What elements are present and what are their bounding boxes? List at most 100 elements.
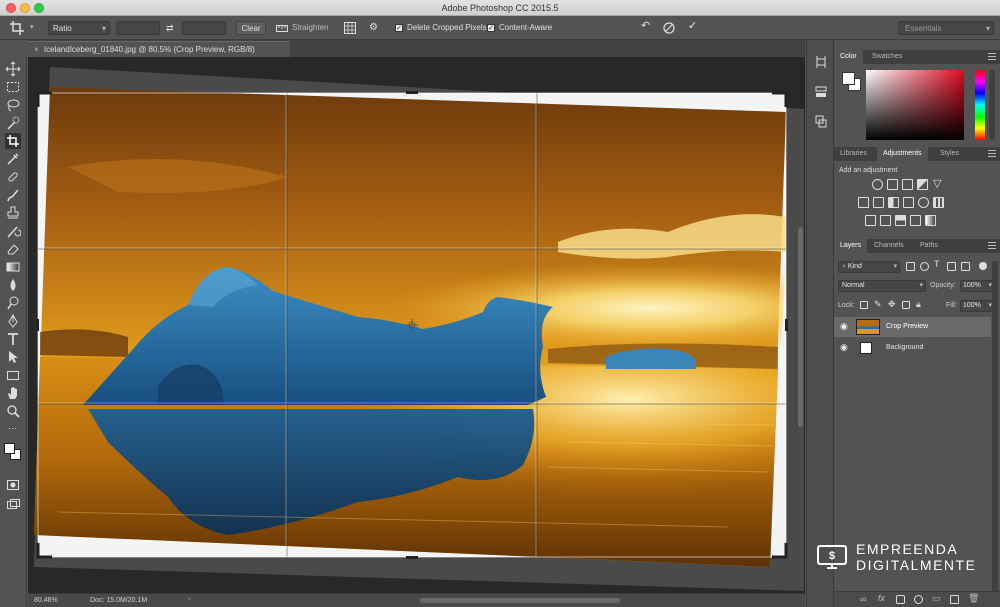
new-layer-icon[interactable] — [950, 595, 959, 604]
filter-type-icon[interactable]: T — [934, 259, 940, 269]
eyedropper-tool-icon[interactable] — [5, 151, 21, 167]
tab-color[interactable]: Color — [834, 50, 863, 64]
tab-layers[interactable]: Layers — [834, 239, 868, 253]
crop-preview[interactable] — [28, 57, 805, 593]
tab-paths[interactable]: Paths — [914, 239, 944, 253]
foreground-color-swatch[interactable] — [4, 443, 15, 454]
layer-row[interactable]: ◉ Background — [834, 338, 991, 358]
brightness-contrast-icon[interactable] — [872, 179, 883, 190]
levels-icon[interactable] — [887, 179, 898, 190]
quick-mask-icon[interactable] — [5, 477, 21, 493]
fill-input[interactable]: 100% ▾ — [960, 300, 994, 312]
new-group-icon[interactable]: ▭ — [932, 593, 941, 604]
more-tools-icon[interactable]: ··· — [8, 423, 17, 433]
photo-filter-icon[interactable] — [903, 197, 914, 208]
selective-color-icon[interactable] — [910, 215, 921, 226]
filter-shape-icon[interactable] — [947, 262, 956, 271]
straighten-icon[interactable] — [276, 24, 288, 33]
content-aware-checkbox[interactable]: ✓ — [487, 24, 495, 32]
ratio-dropdown[interactable]: Ratio ▾ — [48, 21, 110, 35]
rectangle-tool-icon[interactable] — [5, 367, 21, 383]
marquee-tool-icon[interactable] — [5, 79, 21, 95]
tab-libraries[interactable]: Libraries — [834, 147, 873, 161]
document-tab[interactable]: × IcelandIceberg_01840.jpg @ 80.5% (Crop… — [28, 41, 290, 57]
invert-icon[interactable] — [865, 215, 876, 226]
vibrance-icon[interactable]: ▽ — [933, 177, 941, 190]
brush-tool-icon[interactable] — [5, 187, 21, 203]
crop-tool-icon[interactable] — [10, 21, 24, 35]
layer-style-icon[interactable]: fx — [878, 593, 885, 603]
panel-menu-icon[interactable] — [988, 53, 996, 60]
black-white-icon[interactable] — [888, 197, 899, 208]
pen-tool-icon[interactable] — [5, 313, 21, 329]
cancel-crop-icon[interactable] — [663, 22, 675, 34]
lock-all-icon[interactable]: 🔒︎ — [916, 299, 921, 310]
eraser-tool-icon[interactable] — [5, 241, 21, 257]
tab-adjustments[interactable]: Adjustments — [877, 147, 928, 161]
new-fill-adjustment-icon[interactable] — [914, 595, 923, 604]
lock-position-icon[interactable]: ✥ — [888, 299, 896, 310]
history-brush-tool-icon[interactable] — [5, 223, 21, 239]
lasso-tool-icon[interactable] — [5, 97, 21, 113]
hue-saturation-icon[interactable] — [858, 197, 869, 208]
path-selection-tool-icon[interactable] — [5, 349, 21, 365]
reset-undo-icon[interactable]: ↶ — [641, 19, 650, 33]
blend-mode-dropdown[interactable]: Normal ▾ — [838, 280, 926, 292]
layer-name[interactable]: Background — [886, 344, 923, 351]
hand-tool-icon[interactable] — [5, 385, 21, 401]
workspace-switcher[interactable]: Essentials ▾ — [898, 21, 994, 35]
straighten-label[interactable]: Straighten — [292, 21, 328, 35]
properties-panel-icon[interactable] — [814, 84, 828, 100]
opacity-input[interactable]: 100% ▾ — [960, 280, 994, 292]
move-tool-icon[interactable] — [5, 61, 21, 77]
visibility-eye-icon[interactable]: ◉ — [840, 321, 848, 332]
crop-tool-active-icon[interactable] — [5, 133, 21, 149]
threshold-icon[interactable] — [895, 215, 906, 226]
color-lookup-icon[interactable] — [933, 197, 944, 208]
swap-dimensions-icon[interactable]: ⇄ — [166, 21, 174, 35]
delete-cropped-checkbox[interactable]: ✓ — [395, 24, 403, 32]
gear-icon[interactable]: ⚙ — [369, 21, 378, 35]
clear-button[interactable]: Clear — [236, 21, 266, 35]
lock-artboard-icon[interactable] — [902, 301, 910, 309]
overlay-grid-icon[interactable] — [344, 22, 356, 34]
zoom-level[interactable]: 80.46% — [34, 597, 58, 604]
info-panel-icon[interactable] — [814, 114, 828, 130]
lock-transparent-icon[interactable] — [860, 301, 868, 309]
history-panel-icon[interactable] — [814, 54, 828, 70]
layer-name[interactable]: Crop Preview — [886, 323, 928, 330]
add-mask-icon[interactable] — [896, 595, 905, 604]
screen-mode-icon[interactable] — [5, 497, 21, 513]
color-panel-scrollbar[interactable] — [989, 70, 995, 140]
tab-styles[interactable]: Styles — [934, 147, 965, 161]
close-tab-icon[interactable]: × — [34, 45, 39, 54]
trash-icon[interactable]: 🗑︎ — [968, 593, 979, 604]
layer-filter-dropdown[interactable]: ⌕ Kind ▾ — [838, 261, 900, 273]
quick-selection-tool-icon[interactable] — [5, 115, 21, 131]
healing-brush-tool-icon[interactable] — [5, 169, 21, 185]
gradient-map-icon[interactable] — [925, 215, 936, 226]
vertical-scrollbar[interactable] — [798, 227, 803, 427]
type-tool-icon[interactable] — [5, 331, 21, 347]
tab-swatches[interactable]: Swatches — [866, 50, 908, 64]
exposure-icon[interactable] — [917, 179, 928, 190]
hue-slider[interactable] — [975, 70, 985, 140]
ratio-height-input[interactable] — [182, 21, 226, 35]
color-field[interactable] — [866, 70, 964, 140]
filter-adjustment-icon[interactable] — [920, 262, 929, 271]
clone-stamp-tool-icon[interactable] — [5, 205, 21, 221]
filter-smart-object-icon[interactable] — [961, 262, 970, 271]
color-foreground-swatch[interactable] — [842, 72, 855, 85]
ratio-width-input[interactable] — [116, 21, 160, 35]
panel-menu-icon[interactable] — [988, 242, 996, 249]
link-layers-icon[interactable]: ∞ — [860, 594, 866, 604]
dodge-tool-icon[interactable] — [5, 295, 21, 311]
gradient-tool-icon[interactable] — [5, 259, 21, 275]
filter-toggle-icon[interactable] — [979, 262, 987, 270]
visibility-eye-icon[interactable]: ◉ — [840, 342, 848, 353]
blur-tool-icon[interactable] — [5, 277, 21, 293]
lock-image-icon[interactable]: ✎ — [874, 299, 882, 310]
horizontal-scrollbar[interactable] — [420, 598, 620, 603]
zoom-tool-icon[interactable] — [5, 403, 21, 419]
layer-row[interactable]: ◉ Crop Preview — [834, 317, 991, 337]
